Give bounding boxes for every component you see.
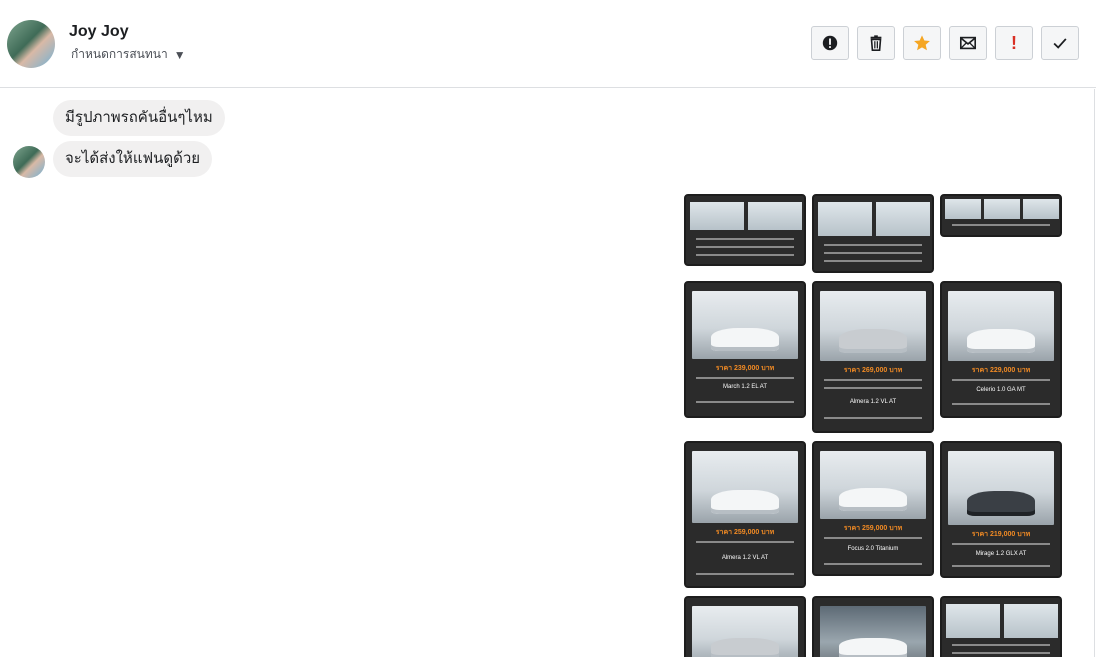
car-price: ราคา 229,000 บาท — [971, 367, 1031, 374]
message-bubble[interactable]: มีรูปภาพรถคันอื่นๆไหม — [53, 100, 225, 136]
conversation-header: Joy Joy กำหนดการสนทนา ▼ ! — [0, 0, 1096, 88]
image-attachment[interactable] — [812, 596, 934, 657]
conversation-status-label: กำหนดการสนทนา — [71, 47, 168, 61]
text-line — [952, 224, 1050, 226]
panel-divider — [1094, 89, 1095, 657]
car-photo — [692, 451, 798, 523]
car-photo — [820, 451, 926, 519]
car-price: ราคา 269,000 บาท — [843, 367, 903, 374]
car-photo — [945, 199, 981, 219]
check-icon — [1053, 38, 1067, 49]
car-photo — [692, 291, 798, 359]
text-line — [952, 644, 1050, 646]
delete-button[interactable] — [857, 26, 895, 60]
car-shape — [967, 490, 1035, 517]
car-model: Focus 2.0 Titanium — [847, 546, 899, 552]
car-price: ราคา 219,000 บาท — [971, 531, 1031, 538]
text-line — [696, 573, 794, 575]
car-photo — [818, 202, 872, 236]
image-attachment[interactable]: ราคา 219,000 บาท Mirage 1.2 GLX AT — [940, 441, 1062, 578]
car-photo — [748, 202, 802, 230]
image-attachment[interactable]: ราคา 259,000 บาท Focus 2.0 Titanium — [812, 441, 934, 576]
image-attachment[interactable]: ราคา 269,000 บาท Almera 1.2 VL AT — [812, 281, 934, 433]
car-model: March 1.2 EL AT — [722, 384, 768, 390]
text-line — [824, 260, 922, 262]
text-line — [952, 403, 1050, 405]
text-line — [952, 379, 1050, 381]
car-photo — [948, 451, 1054, 525]
text-line — [696, 401, 794, 403]
text-line — [952, 543, 1050, 545]
image-attachment[interactable] — [940, 194, 1062, 237]
text-line — [824, 244, 922, 246]
car-shape — [967, 328, 1035, 353]
text-line — [952, 652, 1050, 654]
car-shape — [839, 328, 907, 353]
car-model: Almera 1.2 VL AT — [849, 399, 897, 405]
car-photo — [876, 202, 930, 236]
car-model: Mirage 1.2 GLX AT — [975, 551, 1027, 557]
car-photo — [984, 199, 1020, 219]
image-attachment[interactable] — [940, 596, 1062, 657]
text-line — [696, 541, 794, 543]
car-shape — [839, 487, 907, 511]
sender-avatar — [13, 146, 45, 178]
car-price: ราคา 259,000 บาท — [715, 529, 775, 536]
car-photo — [690, 202, 744, 230]
image-attachment[interactable] — [684, 596, 806, 657]
conversation-status-dropdown[interactable]: กำหนดการสนทนา ▼ — [71, 45, 186, 64]
car-model: Almera 1.2 VL AT — [721, 555, 769, 561]
car-photo — [1023, 199, 1059, 219]
mark-unread-button[interactable] — [949, 26, 987, 60]
car-shape — [839, 638, 907, 657]
message-bubble[interactable]: จะได้ส่งให้แฟนดูด้วย — [53, 141, 213, 177]
spam-button[interactable]: ! — [995, 26, 1033, 60]
contact-avatar[interactable] — [7, 20, 55, 68]
text-line — [824, 387, 922, 389]
text-line — [696, 377, 794, 379]
caret-down-icon: ▼ — [173, 47, 186, 62]
text-line — [824, 417, 922, 419]
text-line — [696, 238, 794, 240]
star-button[interactable] — [903, 26, 941, 60]
text-line — [824, 537, 922, 539]
car-photo — [820, 291, 926, 361]
star-icon — [914, 35, 930, 51]
text-line — [952, 565, 1050, 567]
text-line — [696, 254, 794, 256]
car-photo — [820, 606, 926, 657]
contact-name[interactable]: Joy Joy — [69, 23, 129, 41]
car-shape — [711, 489, 779, 515]
text-line — [824, 379, 922, 381]
done-button[interactable] — [1041, 26, 1079, 60]
image-attachment[interactable]: ราคา 259,000 บาท Almera 1.2 VL AT — [684, 441, 806, 588]
trash-icon — [870, 35, 882, 52]
car-price: ราคา 259,000 บาท — [843, 525, 903, 532]
car-price: ราคา 239,000 บาท — [715, 365, 775, 372]
car-photo — [1004, 604, 1058, 638]
car-shape — [711, 638, 779, 657]
mail-icon — [959, 36, 977, 50]
car-photo — [946, 604, 1000, 638]
exclamation-icon: ! — [1011, 32, 1017, 53]
car-photo — [692, 606, 798, 657]
image-attachment[interactable]: ราคา 239,000 บาท March 1.2 EL AT — [684, 281, 806, 418]
text-line — [824, 563, 922, 565]
image-attachment[interactable] — [684, 194, 806, 266]
car-model: Celerio 1.0 GA MT — [976, 387, 1026, 393]
text-line — [824, 252, 922, 254]
image-attachment[interactable]: ราคา 229,000 บาท Celerio 1.0 GA MT — [940, 281, 1062, 418]
report-button[interactable] — [811, 26, 849, 60]
text-line — [696, 246, 794, 248]
image-attachment[interactable] — [812, 194, 934, 273]
car-shape — [711, 327, 779, 351]
alert-circle-icon — [822, 35, 838, 51]
car-photo — [948, 291, 1054, 361]
header-actions: ! — [811, 26, 1079, 60]
